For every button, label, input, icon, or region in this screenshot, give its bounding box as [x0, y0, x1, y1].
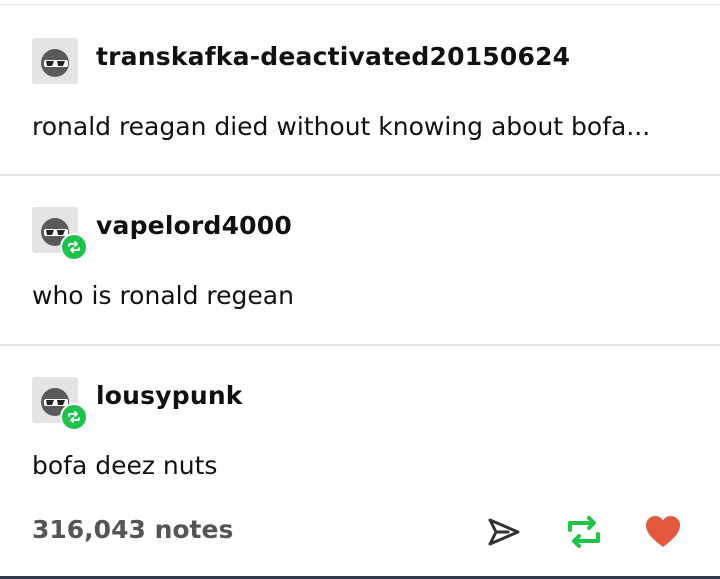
avatar[interactable]: [32, 377, 88, 431]
notes-count[interactable]: 316,043 notes: [32, 515, 233, 544]
reblog-icon: [568, 516, 600, 548]
reblog-icon: [68, 411, 80, 423]
reblog-badge: [60, 403, 88, 431]
post-divider: [0, 174, 720, 176]
avatar[interactable]: [32, 207, 88, 261]
post-text: who is ronald regean: [32, 281, 294, 310]
post-divider: [0, 344, 720, 346]
post-text: bofa deez nuts: [32, 451, 218, 480]
avatar[interactable]: [32, 38, 78, 84]
reblog-icon: [68, 241, 80, 253]
post-text: ronald reagan died without knowing about…: [32, 112, 651, 141]
reblog-button[interactable]: [564, 512, 604, 552]
heart-icon: [646, 516, 680, 547]
sunglasses-face-icon: [41, 49, 69, 77]
reblog-badge: [60, 233, 88, 261]
share-button[interactable]: [484, 512, 524, 552]
username[interactable]: transkafka-deactivated20150624: [96, 42, 570, 71]
top-divider: [0, 4, 720, 5]
paper-plane-icon: [488, 518, 520, 546]
post-footer: 316,043 notes: [0, 500, 720, 570]
username[interactable]: vapelord4000: [96, 211, 292, 240]
like-button[interactable]: [643, 512, 683, 552]
username[interactable]: lousypunk: [96, 381, 243, 410]
